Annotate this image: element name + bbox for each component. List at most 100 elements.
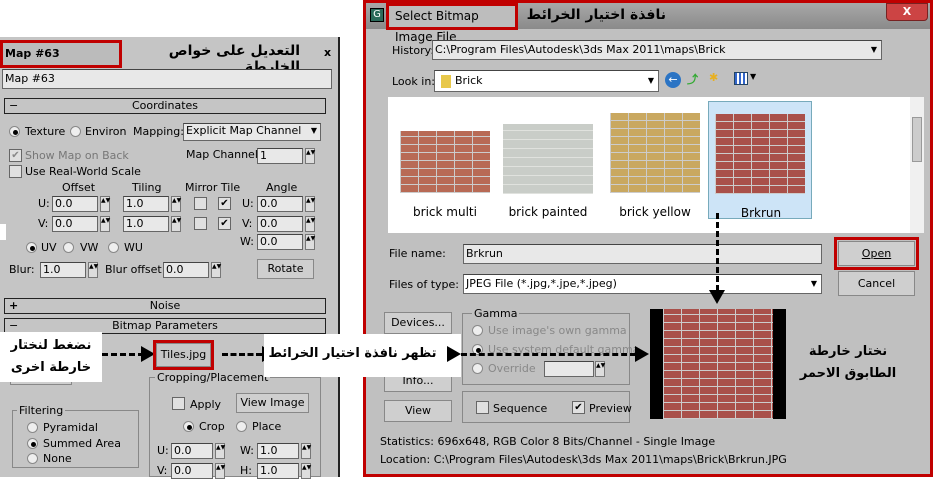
angle-v-label: V: [242,217,253,230]
click-annotation: نضغط لنختار خارطة اخرى [10,338,92,375]
window-annotation: تظهر نافذة اختيار الخرائط [268,346,437,361]
blur-spinner[interactable]: ▲▼ [88,262,98,278]
sequence-label: Sequence [493,402,548,415]
chevron-down-icon: ▼ [870,45,877,54]
angle-v-spinner[interactable]: ▲▼ [305,216,315,232]
sequence-checkbox[interactable] [476,401,489,414]
view-image-button[interactable]: View Image [236,393,309,413]
summed-area-label: Summed Area [43,437,121,450]
crop-u-spinner[interactable]: ▲▼ [215,443,225,459]
rotate-button[interactable]: Rotate [257,259,314,279]
crop-u-field[interactable]: 0.0 [171,443,213,459]
filetype-dropdown[interactable]: JPEG File (*.jpg,*.jpe,*.jpeg) ▼ [463,274,822,294]
arrow-line [102,353,144,356]
filename-input[interactable]: Brkrun [463,244,822,264]
mirror-v-checkbox[interactable] [194,217,207,230]
override-radio[interactable] [472,363,483,374]
angle-u-spinner[interactable]: ▲▼ [305,196,315,212]
arrow-head-icon [635,346,649,362]
back-icon[interactable]: ← [665,72,681,88]
scrollbar-thumb[interactable] [912,117,922,162]
crop-radio[interactable] [183,421,194,432]
pyramidal-radio[interactable] [27,422,38,433]
mirror-u-checkbox[interactable] [194,197,207,210]
real-world-checkbox[interactable] [9,165,22,178]
dialog-title-annotation: نافذة اختيار الخرائط [526,7,666,23]
tiling-u-field[interactable]: 1.0 [123,196,169,212]
offset-v-spinner[interactable]: ▲▼ [100,216,110,232]
noise-rollout[interactable]: + Noise [4,298,326,314]
tile-v-checkbox[interactable]: ✔ [218,217,231,230]
brick-yellow-thumbnail [610,113,700,193]
blur-offset-spinner[interactable]: ▲▼ [211,262,221,278]
override-field[interactable] [544,361,594,377]
rollout-title: Bitmap Parameters [112,319,218,332]
uv-label: UV [41,241,57,254]
texture-radio[interactable] [9,126,20,137]
tiling-v-spinner[interactable]: ▲▼ [171,216,181,232]
angle-v-field[interactable]: 0.0 [257,216,303,232]
blur-field[interactable]: 1.0 [40,262,86,278]
mapping-label: Mapping: [133,125,184,138]
vw-radio[interactable] [63,242,74,253]
statistics-text: Statistics: 696x648, RGB Color 8 Bits/Ch… [380,435,716,448]
angle-u-field[interactable]: 0.0 [257,196,303,212]
close-button[interactable]: x [324,46,331,59]
preview-checkbox[interactable]: ✔ [572,401,585,414]
environ-radio[interactable] [70,126,81,137]
collapse-icon: − [9,319,19,332]
none-radio[interactable] [27,453,38,464]
map-name-field[interactable]: Map #63 [2,69,332,89]
own-gamma-radio[interactable] [472,325,483,336]
close-button[interactable]: X [886,3,928,21]
override-spinner[interactable]: ▲▼ [595,361,605,377]
summed-area-radio[interactable] [27,438,38,449]
chevron-down-icon: ▼ [810,279,817,288]
view-button[interactable]: View [384,400,452,422]
map-channel-spinner[interactable]: ▲▼ [305,148,315,164]
pyramidal-label: Pyramidal [43,421,98,434]
offset-u-field[interactable]: 0.0 [52,196,98,212]
uv-radio[interactable] [26,242,37,253]
cancel-button[interactable]: Cancel [838,271,915,296]
coordinates-rollout[interactable]: − Coordinates [4,98,326,114]
scrollbar[interactable] [910,97,924,233]
tiling-u-spinner[interactable]: ▲▼ [171,196,181,212]
texture-label: Texture [25,125,66,138]
view-menu-icon[interactable] [734,72,748,85]
apply-checkbox[interactable] [172,397,185,410]
crop-w-spinner[interactable]: ▲▼ [301,443,311,459]
angle-header: Angle [266,181,298,194]
lookin-dropdown[interactable]: Brick ▼ [434,70,659,92]
v-label: V: [38,217,49,230]
bitmap-file-button[interactable]: Tiles.jpg [156,343,211,367]
apply-label: Apply [190,398,222,411]
place-radio[interactable] [236,421,247,432]
cropping-label: Cropping/Placement [155,371,271,384]
offset-u-spinner[interactable]: ▲▼ [100,196,110,212]
show-map-on-back-checkbox[interactable]: ✔ [9,149,22,162]
arrow-line [222,353,262,356]
offset-v-field[interactable]: 0.0 [52,216,98,232]
tiling-v-field[interactable]: 1.0 [123,216,169,232]
rollout-title: Noise [149,299,181,312]
angle-w-field[interactable]: 0.0 [257,234,303,250]
file-item-selected[interactable]: Brkrun [708,101,812,220]
angle-w-spinner[interactable]: ▲▼ [305,234,315,250]
open-button[interactable]: Open [838,241,915,266]
history-value: C:\Program Files\Autodesk\3ds Max 2011\m… [435,43,726,56]
brkrun-thumbnail [715,114,805,194]
new-folder-icon[interactable]: ✱ [709,71,718,84]
devices-button[interactable]: Devices... [384,312,452,334]
history-dropdown[interactable]: C:\Program Files\Autodesk\3ds Max 2011\m… [432,40,882,60]
tile-u-checkbox[interactable]: ✔ [218,197,231,210]
crop-w-field[interactable]: 1.0 [257,443,299,459]
offset-header: Offset [62,181,96,194]
blur-offset-field[interactable]: 0.0 [163,262,209,278]
show-map-label: Show Map on Back [25,149,129,162]
up-folder-icon[interactable]: ⤴ [687,71,698,87]
map-channel-field[interactable]: 1 [257,148,303,164]
mapping-dropdown[interactable]: Explicit Map Channel ▼ [183,123,321,141]
app-icon: G [370,8,384,22]
wu-radio[interactable] [108,242,119,253]
